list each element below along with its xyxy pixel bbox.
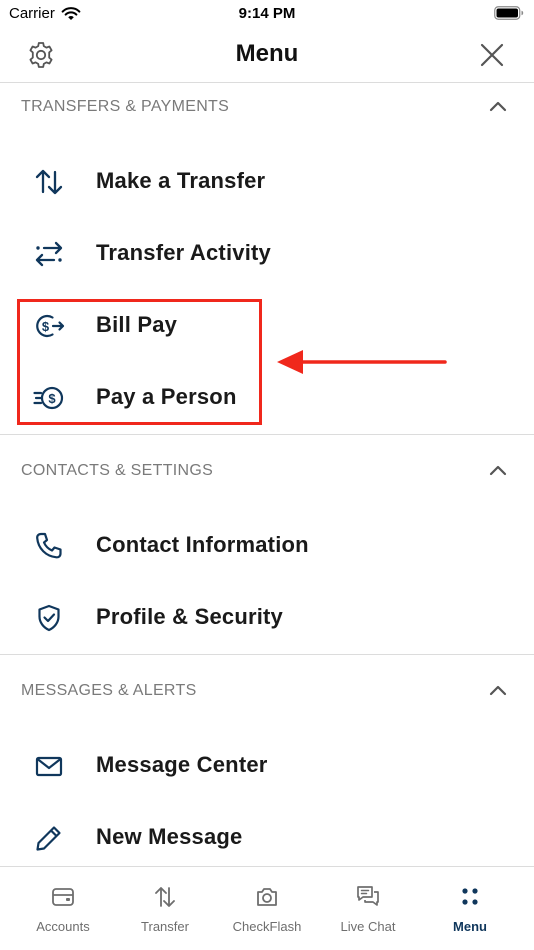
menu-item-label: Contact Information (96, 532, 309, 557)
menu-item-label: Profile & Security (96, 604, 283, 629)
section-header-transfers[interactable]: TRANSFERS & PAYMENTS (0, 83, 534, 133)
menu-item-label: Transfer Activity (96, 240, 271, 265)
page-title: Menu (235, 40, 299, 67)
tab-menu[interactable]: Menu (417, 867, 523, 950)
section-title: CONTACTS & SETTINGS (21, 462, 214, 479)
bottom-tab-bar: Accounts Transfer CheckFlash Live Chat M… (0, 866, 534, 950)
menu-item-transfer-activity[interactable]: Transfer Activity (0, 223, 534, 283)
highlight-box (17, 299, 262, 425)
chevron-up-icon[interactable] (489, 684, 507, 696)
camera-icon (257, 888, 277, 906)
pencil-icon (36, 826, 61, 851)
menu-item-label: Make a Transfer (96, 168, 266, 193)
close-icon[interactable] (478, 41, 506, 69)
transfer-activity-icon (35, 241, 63, 267)
section-divider (0, 654, 534, 655)
tab-label: Transfer (141, 919, 189, 934)
status-time: 9:14 PM (238, 5, 296, 22)
tab-accounts[interactable]: Accounts (10, 867, 116, 950)
tab-checkflash[interactable]: CheckFlash (214, 867, 320, 950)
section-title: MESSAGES & ALERTS (21, 682, 197, 699)
battery-icon (494, 6, 524, 20)
tab-label: Menu (453, 919, 487, 934)
tab-label: Live Chat (340, 919, 396, 934)
menu-item-label: Message Center (96, 752, 268, 777)
section-contacts-settings: CONTACTS & SETTINGS Contact Information … (0, 447, 534, 655)
dots-grid-icon (462, 888, 478, 905)
chevron-up-icon[interactable] (489, 464, 507, 476)
status-bar: Carrier 9:14 PM (0, 0, 534, 28)
section-header-messages[interactable]: MESSAGES & ALERTS (0, 667, 534, 717)
annotation-arrow-icon (277, 350, 447, 374)
section-divider (0, 434, 534, 435)
menu-header: Menu (0, 28, 534, 83)
menu-item-profile-security[interactable]: Profile & Security (0, 587, 534, 647)
chat-icon (357, 886, 379, 906)
menu-item-new-message[interactable]: New Message (0, 807, 534, 867)
tab-transfer[interactable]: Transfer (112, 867, 218, 950)
menu-item-label: New Message (96, 824, 243, 849)
chevron-up-icon[interactable] (489, 100, 507, 112)
wallet-icon (52, 888, 74, 906)
tab-live-chat[interactable]: Live Chat (315, 867, 421, 950)
transfer-arrows-icon (155, 887, 175, 907)
phone-icon (36, 532, 62, 559)
transfer-arrows-icon (35, 169, 63, 195)
tab-label: CheckFlash (232, 919, 302, 934)
menu-item-message-center[interactable]: Message Center (0, 735, 534, 795)
section-messages-alerts: MESSAGES & ALERTS Message Center New Mes… (0, 667, 534, 866)
shield-check-icon (38, 604, 60, 632)
tab-label: Accounts (36, 919, 90, 934)
section-title: TRANSFERS & PAYMENTS (21, 98, 230, 115)
menu-item-make-transfer[interactable]: Make a Transfer (0, 151, 534, 211)
menu-item-contact-information[interactable]: Contact Information (0, 515, 534, 575)
envelope-icon (35, 756, 63, 777)
section-header-contacts[interactable]: CONTACTS & SETTINGS (0, 447, 534, 497)
